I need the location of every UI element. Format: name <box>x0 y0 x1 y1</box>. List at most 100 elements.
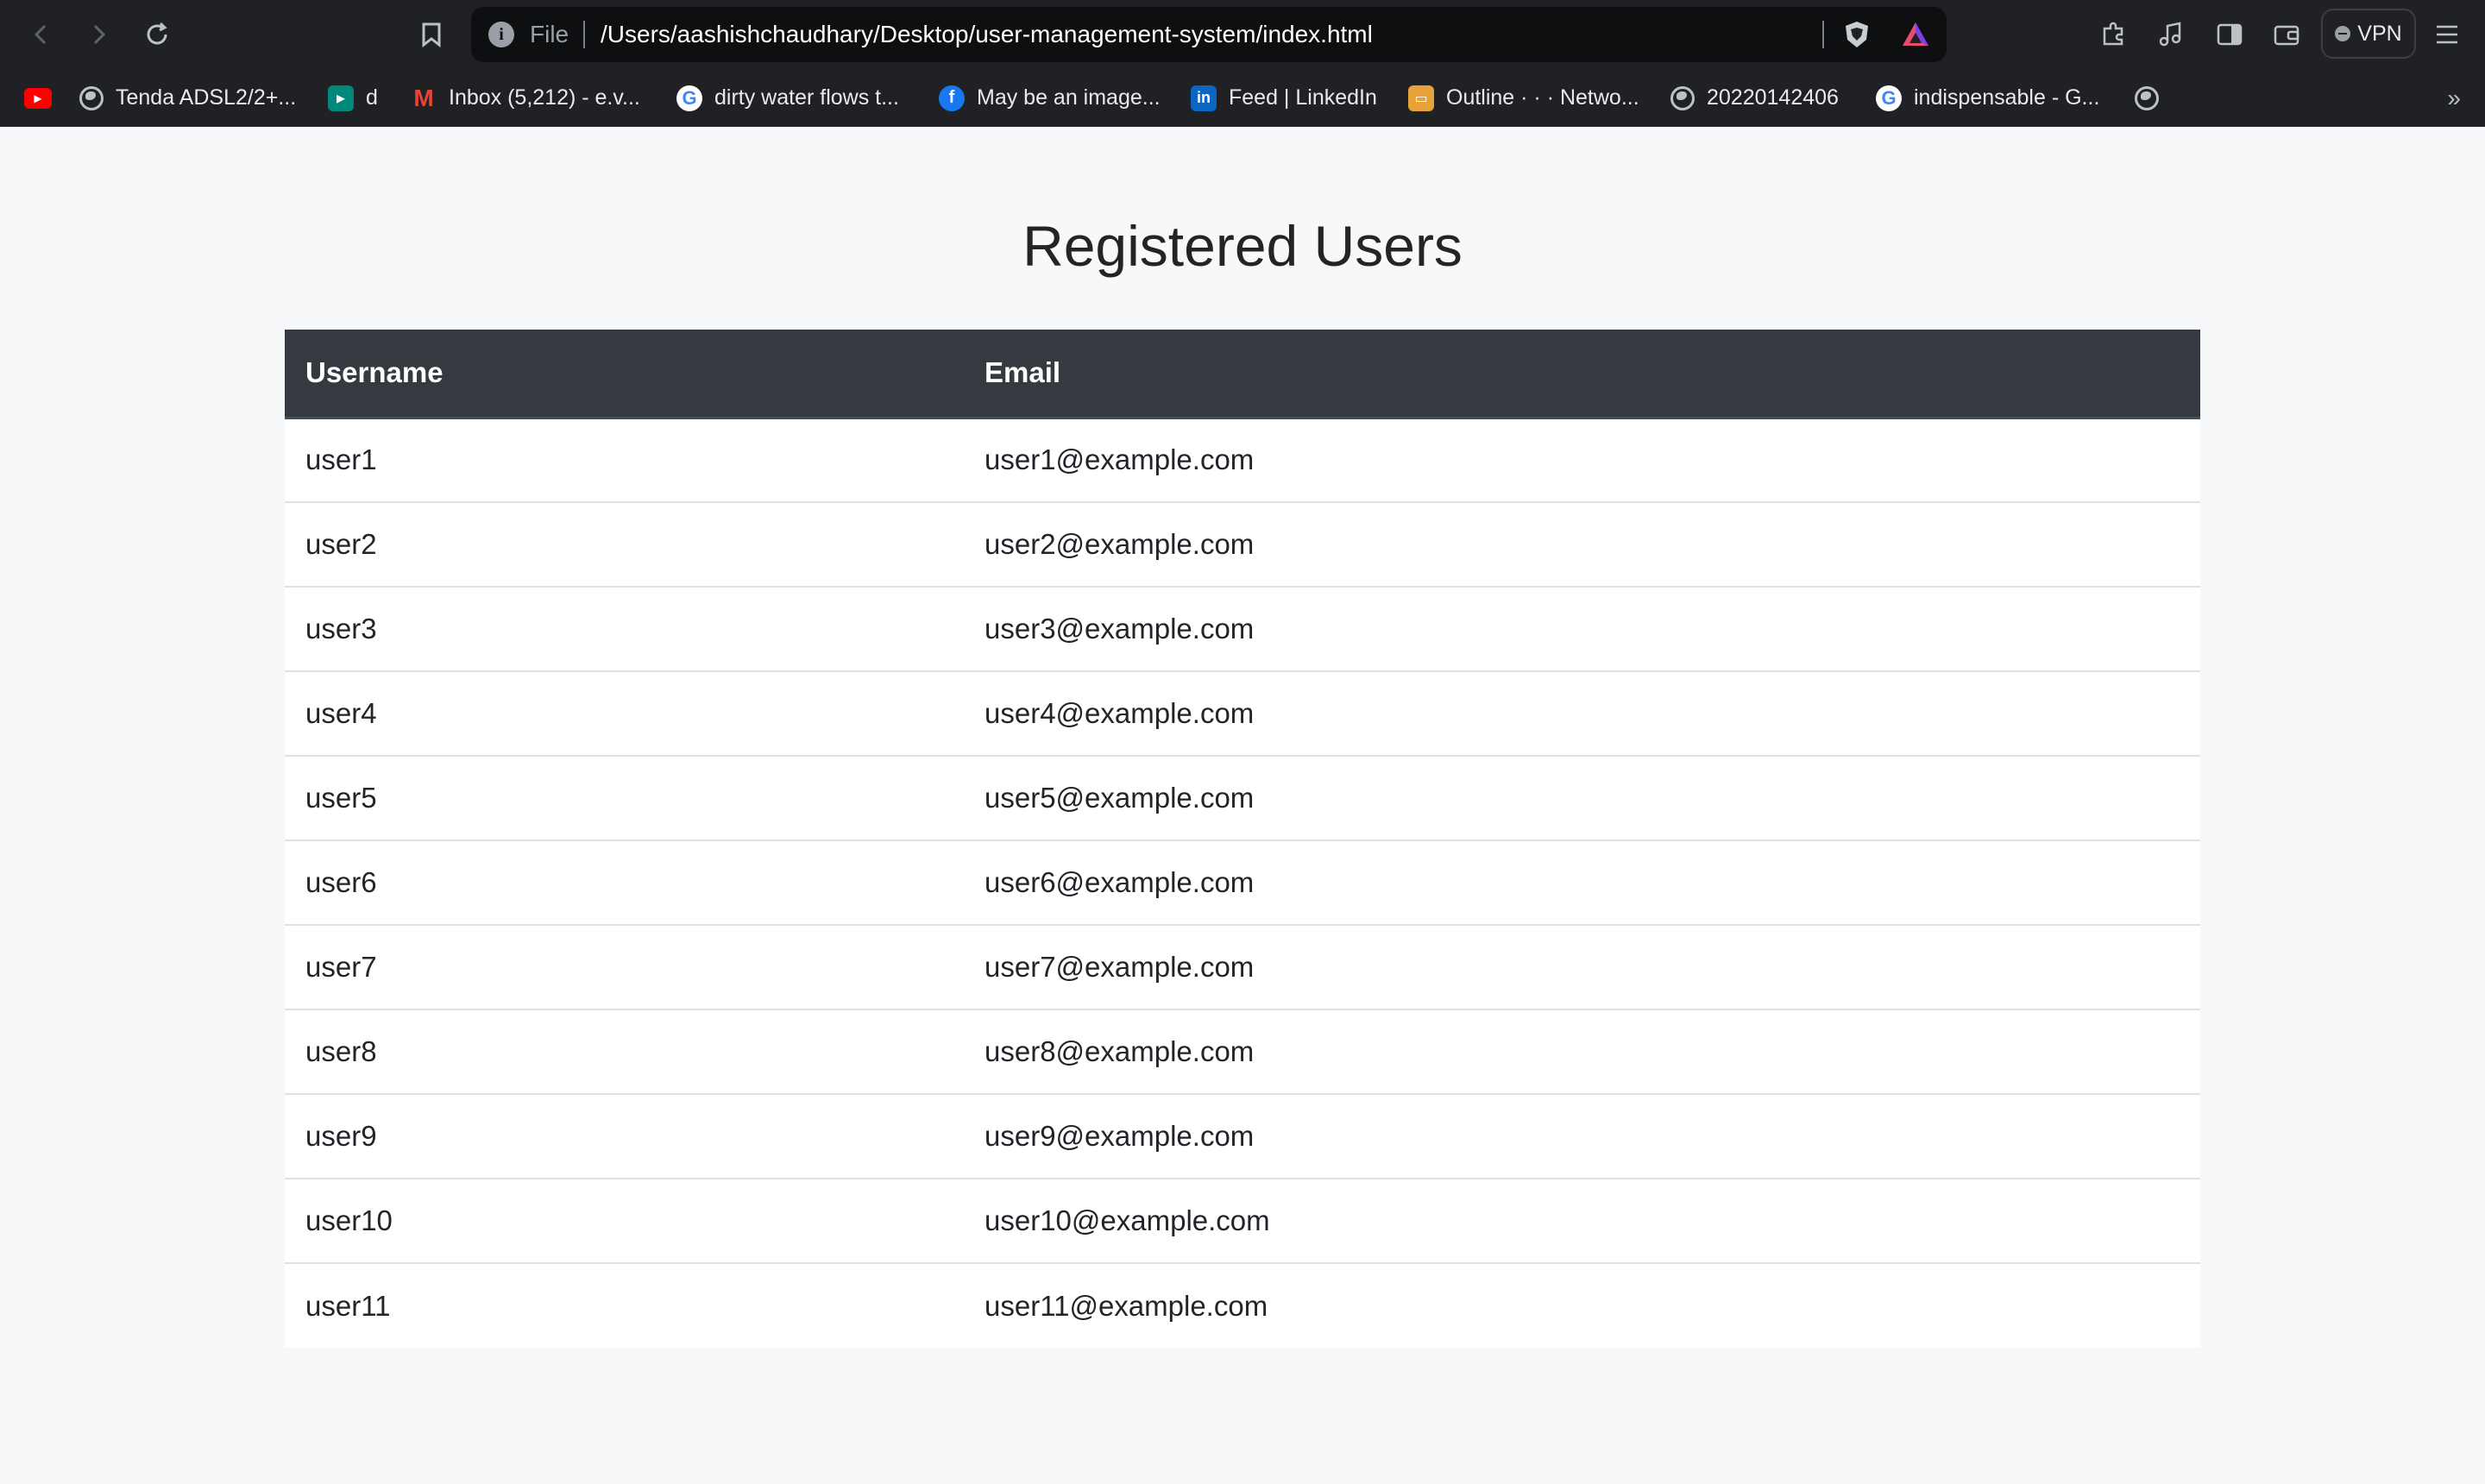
vpn-label: VPN <box>2357 21 2402 46</box>
email-cell: user1@example.com <box>985 443 1255 476</box>
address-path[interactable]: /Users/aashishchaudhary/Desktop/user-man… <box>601 7 1373 62</box>
users-table: Username Email user1 user1@example.com u… <box>285 330 2200 1348</box>
username-cell: user3 <box>305 613 377 645</box>
table-row: user6 user6@example.com <box>285 840 2200 925</box>
menu-button[interactable] <box>2426 14 2468 55</box>
hamburger-menu-icon <box>2437 25 2457 44</box>
sidebar-toggle-button[interactable] <box>2209 14 2250 55</box>
email-cell: user2@example.com <box>985 528 1255 560</box>
reload-icon <box>147 22 167 45</box>
bookmark-label: Tenda ADSL2/2+... <box>116 85 297 110</box>
wallet-icon <box>2274 25 2299 46</box>
globe-icon <box>2135 85 2159 110</box>
bookmark-youtube[interactable]: ▶ <box>24 69 52 127</box>
reload-button[interactable] <box>136 14 178 55</box>
youtube-icon: ▶ <box>24 87 52 109</box>
email-cell: user4@example.com <box>985 697 1255 729</box>
bookmark-page-button[interactable] <box>411 14 452 55</box>
forward-button[interactable] <box>78 14 119 55</box>
gmail-icon: M <box>413 84 434 111</box>
browser-toolbar: i File /Users/aashishchaudhary/Desktop/u… <box>0 0 2485 69</box>
google-icon: G <box>676 85 702 111</box>
bookmark-label: Outline · · · Netwo... <box>1446 85 1639 110</box>
table-row: user3 user3@example.com <box>285 587 2200 671</box>
bookmark-indispensable[interactable]: G indispensable - G... <box>1876 69 2099 127</box>
table-row: user8 user8@example.com <box>285 1009 2200 1094</box>
table-row: user1 user1@example.com <box>285 418 2200 502</box>
bookmark-20220142406[interactable]: 20220142406 <box>1670 69 1839 127</box>
arrow-left-icon <box>34 24 47 45</box>
bookmark-label: 20220142406 <box>1707 85 1839 110</box>
username-cell: user7 <box>305 951 377 983</box>
info-icon[interactable]: i <box>488 22 514 47</box>
table-row: user9 user9@example.com <box>285 1094 2200 1179</box>
slides-icon: ▭ <box>1408 85 1434 111</box>
bookmark-label: Feed | LinkedIn <box>1229 85 1377 110</box>
back-button[interactable] <box>21 14 62 55</box>
sidebar-icon <box>2217 23 2243 46</box>
puzzle-icon <box>2103 22 2123 46</box>
email-cell: user10@example.com <box>985 1204 1270 1236</box>
bookmark-tenda[interactable]: Tenda ADSL2/2+... <box>79 69 296 127</box>
address-divider <box>583 21 585 48</box>
bookmark-d[interactable]: ▸ d <box>328 69 378 127</box>
username-column-header: Username <box>285 330 964 419</box>
linkedin-icon: in <box>1191 85 1217 111</box>
google-meet-icon: ▸ <box>328 85 354 111</box>
bookmark-label: indispensable - G... <box>1914 85 2100 110</box>
username-cell: user2 <box>305 528 377 560</box>
email-cell: user11@example.com <box>985 1289 1268 1322</box>
bookmark-facebook[interactable]: f May be an image... <box>939 69 1161 127</box>
bookmark-inbox[interactable]: M Inbox (5,212) - e.v... <box>411 69 640 127</box>
bookmarks-bar: ▶ Tenda ADSL2/2+... ▸ d M Inbox (5,212) … <box>0 69 2485 127</box>
bookmark-outline[interactable]: ▭ Outline · · · Netwo... <box>1408 69 1639 127</box>
brave-rewards-icon[interactable] <box>1900 19 1931 50</box>
wallet-button[interactable] <box>2266 14 2307 55</box>
table-row: user7 user7@example.com <box>285 925 2200 1009</box>
table-row: user2 user2@example.com <box>285 502 2200 587</box>
bookmark-label: May be an image... <box>977 85 1161 110</box>
page-content: Registered Users Username Email user1 us… <box>0 127 2485 1484</box>
email-cell: user5@example.com <box>985 782 1255 814</box>
table-row: user11 user11@example.com <box>285 1263 2200 1348</box>
arrow-right-icon <box>93 24 106 45</box>
address-divider-right <box>1822 21 1824 48</box>
vpn-button[interactable]: VPN <box>2321 9 2416 59</box>
table-row: user10 user10@example.com <box>285 1179 2200 1263</box>
more-bookmarks-button[interactable]: » <box>2447 69 2461 127</box>
page-title: Registered Users <box>1022 214 1463 278</box>
table-header-row: Username Email <box>285 330 2200 419</box>
extensions-button[interactable] <box>2093 14 2135 55</box>
username-cell: user1 <box>305 443 377 476</box>
address-scheme: File <box>530 21 569 47</box>
bookmark-globe[interactable] <box>2135 69 2159 127</box>
username-cell: user9 <box>305 1120 377 1152</box>
bookmark-label: Inbox (5,212) - e.v... <box>449 85 640 110</box>
username-cell: user11 <box>305 1289 391 1322</box>
username-cell: user10 <box>305 1204 393 1236</box>
username-cell: user6 <box>305 866 377 898</box>
facebook-icon: f <box>939 85 965 111</box>
bookmark-label: dirty water flows t... <box>714 85 899 110</box>
email-cell: user3@example.com <box>985 613 1255 645</box>
address-bar[interactable]: i File /Users/aashishchaudhary/Desktop/u… <box>471 7 1947 62</box>
brave-shield-icon[interactable] <box>1841 19 1872 50</box>
email-column-header: Email <box>964 330 2200 419</box>
bookmark-label: d <box>366 85 378 110</box>
globe-icon <box>79 85 104 110</box>
email-cell: user7@example.com <box>985 951 1255 983</box>
bookmark-icon <box>422 22 441 47</box>
music-note-icon <box>2159 22 2181 47</box>
table-row: user4 user4@example.com <box>285 671 2200 756</box>
email-cell: user8@example.com <box>985 1035 1255 1067</box>
table-row: user5 user5@example.com <box>285 756 2200 840</box>
email-cell: user9@example.com <box>985 1120 1255 1152</box>
email-cell: user6@example.com <box>985 866 1255 898</box>
username-cell: user4 <box>305 697 377 729</box>
username-cell: user8 <box>305 1035 377 1067</box>
google-icon: G <box>1876 85 1902 111</box>
bookmark-dirty-water[interactable]: G dirty water flows t... <box>676 69 899 127</box>
bookmark-linkedin[interactable]: in Feed | LinkedIn <box>1191 69 1377 127</box>
media-button[interactable] <box>2150 14 2192 55</box>
vpn-status-icon <box>2335 26 2351 41</box>
